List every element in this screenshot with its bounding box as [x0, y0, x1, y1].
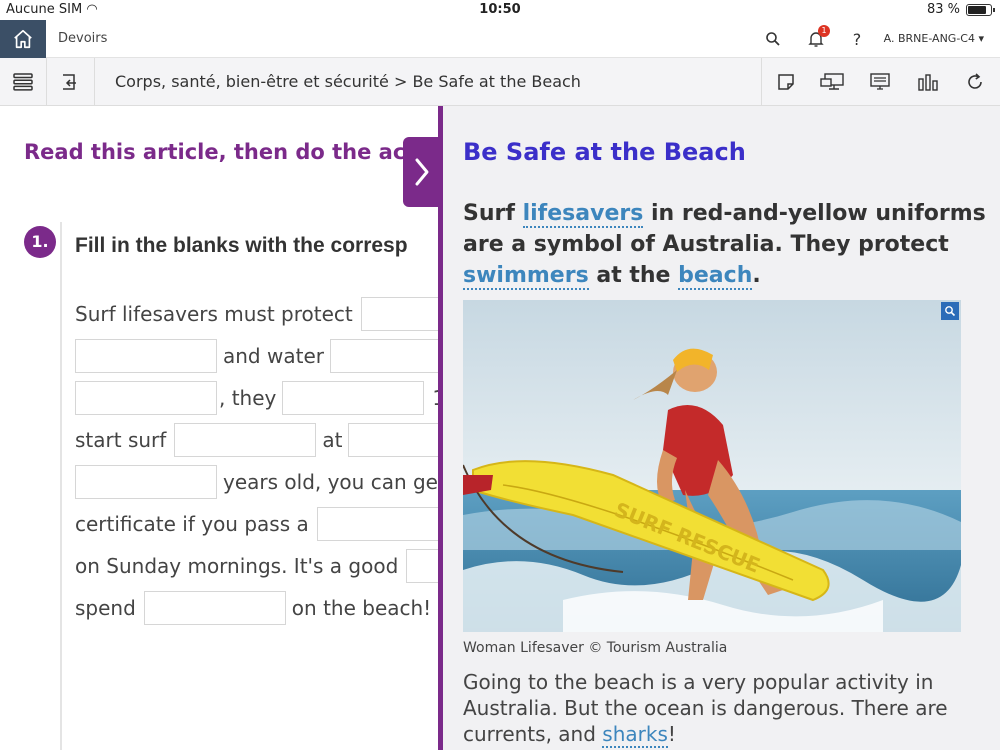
instruction-heading: Read this article, then do the activi [24, 140, 442, 164]
blank-input[interactable] [282, 381, 425, 415]
photo-caption: Woman Lifesaver © Tourism Australia [463, 640, 728, 656]
exercise-text: and water [223, 344, 324, 368]
lifesaver-photo[interactable]: SURF RESCUE [463, 300, 961, 632]
exercise-text: on the beach! [291, 596, 432, 620]
back-icon [63, 74, 76, 90]
section-title[interactable]: Devoirs [58, 31, 107, 46]
chevron-right-icon [415, 158, 429, 186]
blank-input[interactable] [348, 423, 442, 457]
board-icon [870, 73, 890, 90]
search-button[interactable] [762, 28, 784, 50]
zoom-icon [945, 306, 956, 317]
refresh-icon [968, 73, 982, 89]
exercise-title: Fill in the blanks with the corresp [75, 234, 408, 257]
exercise-text: years old, you can ge [223, 470, 438, 494]
back-button[interactable] [47, 58, 93, 106]
battery-icon [966, 3, 995, 16]
battery-percent: 83 % [926, 2, 960, 17]
notifications-button[interactable]: 1 [805, 25, 830, 50]
projector-button[interactable] [810, 58, 856, 106]
glossary-link-lifesavers[interactable]: lifesavers [522, 201, 644, 228]
exercise-panel: Read this article, then do the activi 1.… [0, 106, 442, 750]
glossary-link-beach[interactable]: beach [678, 263, 753, 290]
collapse-panel-button[interactable] [403, 137, 441, 207]
notification-badge: 1 [818, 25, 830, 37]
glossary-link-sharks[interactable]: sharks [602, 722, 668, 748]
home-button[interactable] [0, 20, 46, 58]
exercise-text: start surf [75, 428, 167, 452]
blank-input[interactable] [174, 423, 317, 457]
article-title: Be Safe at the Beach [463, 138, 746, 166]
home-icon [14, 29, 32, 49]
menu-button[interactable] [0, 58, 46, 106]
refresh-button[interactable] [952, 58, 998, 106]
photo-illustration: SURF RESCUE [463, 300, 961, 632]
stats-icon [918, 74, 938, 91]
blank-input[interactable] [360, 297, 442, 331]
board-button[interactable] [857, 58, 903, 106]
note-icon [778, 74, 794, 90]
menu-icon [13, 73, 33, 91]
blank-input[interactable] [329, 339, 442, 373]
help-icon: ? [852, 29, 862, 49]
blank-input[interactable] [75, 339, 217, 373]
exercise-text: on Sunday mornings. It's a good [75, 554, 399, 578]
note-button[interactable] [763, 58, 809, 106]
exercise-rule [60, 222, 62, 750]
exercise-text: certificate if you pass a [75, 512, 309, 536]
blank-input[interactable] [406, 549, 442, 583]
blank-input[interactable] [75, 381, 217, 415]
breadcrumb: Corps, santé, bien-être et sécurité > Be… [115, 72, 581, 91]
exercise-number: 1. [24, 226, 56, 258]
exercise-text: spend [75, 596, 136, 620]
clock: 10:50 [479, 2, 521, 17]
help-button[interactable]: ? [846, 28, 868, 50]
article-body: Going to the beach is a very popular act… [463, 670, 948, 748]
article-intro: Surf lifesavers in red-and-yellow unifor… [463, 201, 986, 290]
glossary-link-swimmers[interactable]: swimmers [463, 263, 589, 290]
stats-button[interactable] [905, 58, 951, 106]
blank-input[interactable] [75, 465, 217, 499]
battery-level [968, 5, 987, 14]
user-menu[interactable]: A. BRNE-ANG-C4 ▾ [884, 32, 984, 45]
top-bar: Devoirs 1 ? A. BRNE-ANG-C4 ▾ [0, 20, 1000, 58]
search-icon [766, 32, 780, 46]
article-panel: Be Safe at the Beach Surf lifesavers in … [443, 106, 1000, 750]
blank-input[interactable] [143, 591, 286, 625]
projector-icon [820, 73, 844, 90]
exercise-text: Surf lifesavers must protect [75, 302, 353, 326]
blank-input[interactable] [316, 507, 442, 541]
exercise-text: at [322, 428, 343, 452]
toolbar: Corps, santé, bien-être et sécurité > Be… [0, 58, 1000, 106]
exercise-text: , they [219, 386, 277, 410]
battery: 83 % [926, 2, 995, 17]
status-bar: Aucune SIM ◠ 10:50 83 % [0, 0, 1000, 20]
zoom-button[interactable] [941, 302, 959, 320]
